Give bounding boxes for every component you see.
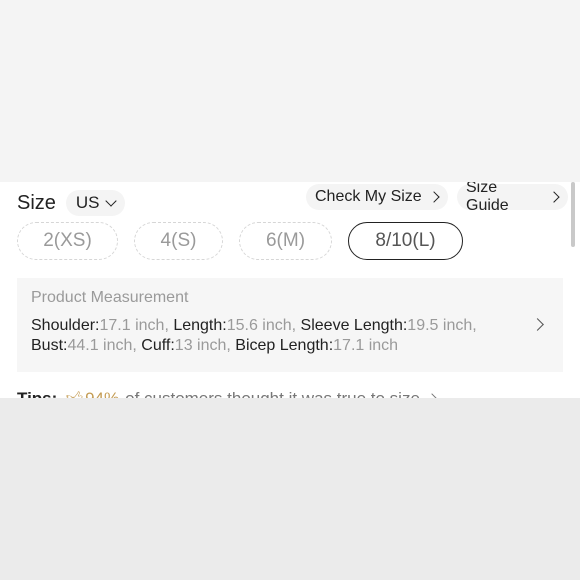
size-option-label: 8/10(L) <box>375 230 436 251</box>
tips-label: Tips: <box>17 388 58 399</box>
measurement-value: 17.1 inch <box>333 337 399 354</box>
measurement-separator: , <box>132 337 142 354</box>
size-guide-label: Size Guide <box>466 182 509 214</box>
measurement-separator: , <box>291 317 301 334</box>
size-panel: Size US Check My Size Size Guide 2(XS) 4… <box>0 182 580 398</box>
size-guide-button[interactable]: Size Guide <box>457 182 568 214</box>
measurement-value: 17.1 inch <box>99 317 165 334</box>
size-option-xs[interactable]: 2(XS) <box>17 222 118 260</box>
measurement-title: Product Measurement <box>31 289 189 306</box>
size-option-label: 4(S) <box>160 230 197 251</box>
size-header: Size US <box>17 190 125 216</box>
chevron-right-icon <box>531 318 544 331</box>
measurement-details: Shoulder:17.1 inch, Length:15.6 inch, Sl… <box>31 316 501 356</box>
size-option-l[interactable]: 8/10(L) <box>348 222 463 260</box>
fit-tips[interactable]: Tips: 👍︎ 94% of customers thought it was… <box>17 388 438 399</box>
check-my-size-button[interactable]: Check My Size <box>306 184 448 210</box>
size-unit-select[interactable]: US <box>65 190 125 216</box>
size-option-label: 2(XS) <box>43 230 92 251</box>
scrollbar[interactable] <box>571 182 575 247</box>
measurement-name: Length: <box>173 317 227 334</box>
measurement-separator: , <box>164 317 174 334</box>
size-unit-value: US <box>75 193 100 212</box>
measurement-separator: , <box>472 317 477 334</box>
thumbs-up-icon: 👍︎ <box>65 388 83 398</box>
true-to-size-percent: 94% <box>85 388 120 399</box>
measurement-separator: , <box>226 337 236 354</box>
size-option-label: 6(M) <box>265 230 306 251</box>
measurement-value: 13 inch <box>174 337 227 354</box>
measurement-name: Bust: <box>31 337 68 354</box>
measurement-name: Shoulder: <box>31 317 100 334</box>
check-my-size-label: Check My Size <box>315 188 422 205</box>
top-blank-area <box>0 0 580 182</box>
size-option-s[interactable]: 4(S) <box>134 222 223 260</box>
chevron-right-icon <box>428 191 440 203</box>
tips-text: of customers thought it was true to size <box>125 388 420 399</box>
chevron-down-icon <box>104 195 117 207</box>
measurement-value: 44.1 inch <box>67 337 133 354</box>
measurement-name: Cuff: <box>141 337 175 354</box>
measurement-value: 15.6 inch <box>226 317 292 334</box>
size-option-m[interactable]: 6(M) <box>239 222 332 260</box>
bottom-blank-area <box>0 398 580 580</box>
measurement-name: Bicep Length: <box>235 337 334 354</box>
measurement-value: 19.5 inch <box>407 317 473 334</box>
size-label: Size <box>17 191 56 214</box>
measurement-name: Sleeve Length: <box>300 317 408 334</box>
product-measurement-card[interactable]: Product Measurement Shoulder:17.1 inch, … <box>17 278 563 372</box>
chevron-right-icon <box>548 191 560 203</box>
